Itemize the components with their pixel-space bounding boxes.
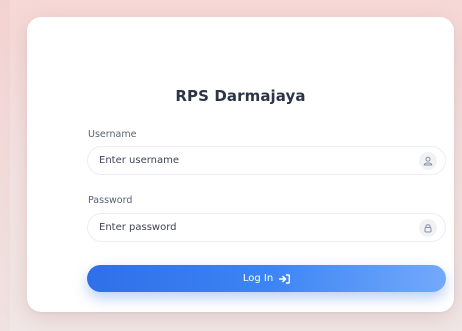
login-button-label: Log In [242,273,274,284]
password-field[interactable] [87,213,446,242]
login-button[interactable]: Log In [87,265,446,292]
username-input[interactable] [99,147,399,174]
username-label: Username [88,129,137,140]
login-card: RPS Darmajaya Username Password Log In [27,17,454,312]
password-input[interactable] [99,214,399,241]
sign-in-icon [279,273,291,284]
username-field[interactable] [87,146,446,175]
user-icon [419,152,437,170]
password-label: Password [88,195,133,206]
page-title: RPS Darmajaya [175,87,306,105]
page-backdrop [0,0,10,331]
lock-icon [419,219,437,237]
